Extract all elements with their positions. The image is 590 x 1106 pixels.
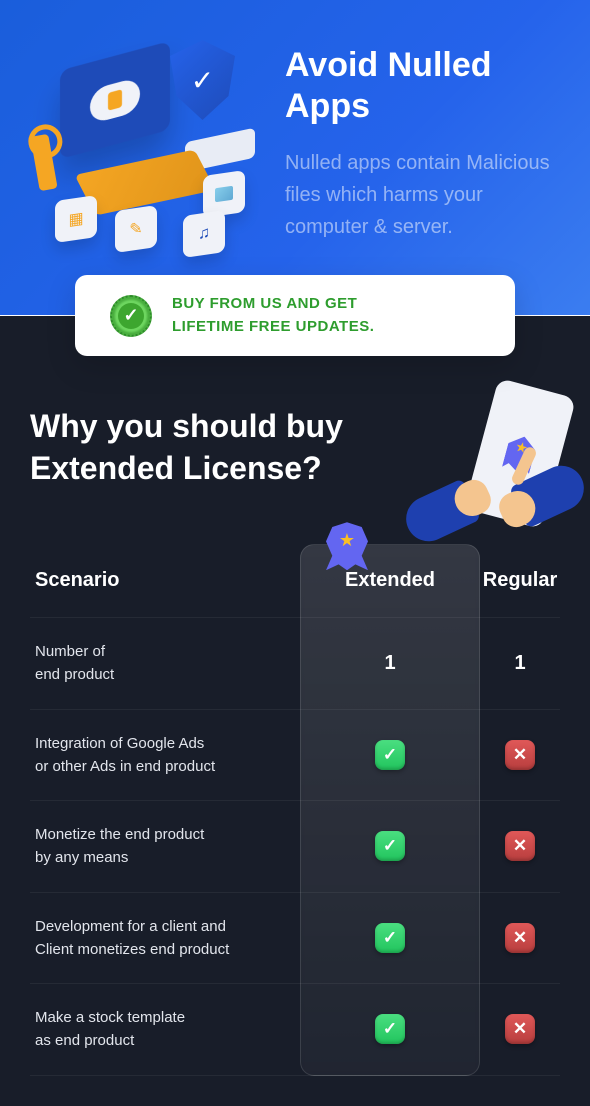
header-extended: Extended — [300, 569, 480, 592]
scenario-cell: Number ofend product — [30, 640, 300, 687]
cube-icon — [203, 170, 245, 218]
table-row: Number ofend product11 — [30, 618, 560, 710]
cta-line2: LIFETIME FREE UPDATES. — [172, 316, 374, 339]
table-row: Monetize the end productby any means ✓ ✕ — [30, 801, 560, 893]
cta-banner[interactable]: ✓ BUY FROM US AND GET LIFETIME FREE UPDA… — [75, 275, 515, 356]
featured-ribbon-icon: ★ — [326, 522, 368, 570]
scenario-cell: Make a stock templateas end product — [30, 1006, 300, 1053]
check-icon: ✓ — [375, 740, 405, 770]
hero-title: Avoid Nulled Apps — [285, 45, 560, 127]
check-icon: ✓ — [375, 1014, 405, 1044]
regular-cell: ✕ — [480, 1014, 560, 1044]
hero-section: ✓ ▦ ✎ ♫ Avoid Nulled Apps Nulled apps co… — [0, 0, 590, 315]
cta-line1: BUY FROM US AND GET — [172, 293, 374, 316]
regular-cell: ✕ — [480, 831, 560, 861]
license-section: Why you should buy Extended License? ★ ★… — [0, 316, 590, 1106]
regular-cell: ✕ — [480, 923, 560, 953]
verified-badge-icon: ✓ — [110, 295, 152, 337]
extended-cell: ✓ — [300, 831, 480, 861]
cross-icon: ✕ — [505, 923, 535, 953]
table-row: Development for a client andClient monet… — [30, 893, 560, 985]
extended-cell: ✓ — [300, 740, 480, 770]
section-title: Why you should buy Extended License? — [30, 406, 401, 489]
monitor-icon — [60, 41, 170, 159]
table-header: Scenario Extended Regular — [30, 544, 560, 618]
hero-description: Nulled apps contain Malicious files whic… — [285, 147, 560, 243]
cross-icon: ✕ — [505, 831, 535, 861]
cube-icon: ♫ — [183, 210, 225, 258]
extended-cell: ✓ — [300, 1014, 480, 1044]
check-icon: ✓ — [375, 923, 405, 953]
phone-hand-illustration: ★ — [405, 376, 590, 556]
scenario-cell: Development for a client andClient monet… — [30, 915, 300, 962]
cloud-lock-icon — [90, 76, 140, 124]
regular-cell: 1 — [480, 652, 560, 675]
extended-cell: 1 — [300, 652, 480, 675]
extended-cell: ✓ — [300, 923, 480, 953]
comparison-table: ★ Scenario Extended Regular Number ofend… — [30, 544, 560, 1076]
key-icon — [30, 134, 57, 191]
table-row: Integration of Google Adsor other Ads in… — [30, 710, 560, 802]
hand-icon — [399, 478, 481, 548]
header-scenario: Scenario — [30, 569, 300, 592]
cross-icon: ✕ — [505, 1014, 535, 1044]
cross-icon: ✕ — [505, 740, 535, 770]
header-regular: Regular — [480, 569, 560, 592]
security-illustration: ✓ ▦ ✎ ♫ — [30, 35, 260, 245]
cube-icon: ▦ — [55, 195, 97, 243]
cta-text: BUY FROM US AND GET LIFETIME FREE UPDATE… — [172, 293, 374, 338]
cube-icon: ✎ — [115, 205, 157, 253]
hero-text: Avoid Nulled Apps Nulled apps contain Ma… — [285, 35, 560, 245]
regular-cell: ✕ — [480, 740, 560, 770]
shield-icon: ✓ — [170, 40, 235, 120]
scenario-cell: Integration of Google Adsor other Ads in… — [30, 732, 300, 779]
table-row: Make a stock templateas end product ✓ ✕ — [30, 984, 560, 1076]
scenario-cell: Monetize the end productby any means — [30, 823, 300, 870]
check-icon: ✓ — [375, 831, 405, 861]
